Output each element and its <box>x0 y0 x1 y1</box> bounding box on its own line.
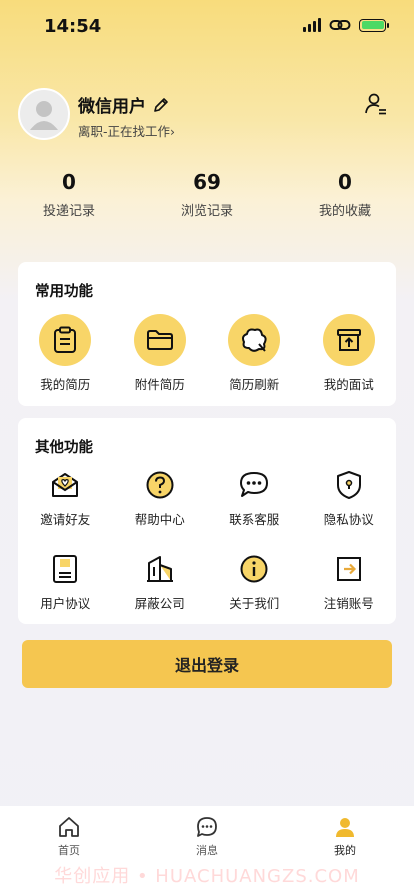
item-label: 关于我们 <box>229 596 280 611</box>
item-label: 我的面试 <box>323 377 374 392</box>
stats-row: 0 投递记录 69 浏览记录 0 我的收藏 <box>0 170 414 219</box>
user-icon <box>336 818 354 837</box>
stat-label: 我的收藏 <box>318 204 371 219</box>
privacy-policy-button[interactable]: 隐私协议 <box>302 468 397 528</box>
status-time: 14:54 <box>44 16 102 37</box>
document-icon <box>48 552 82 586</box>
invite-friends-button[interactable]: 邀请好友 <box>18 468 113 528</box>
tab-label: 我的 <box>334 844 356 857</box>
chevron-right-icon: › <box>170 124 176 139</box>
stat-applications[interactable]: 0 投递记录 <box>0 170 138 219</box>
watermark: 华创应用 • HUACHUANGZS.COM <box>54 866 360 887</box>
folder-icon <box>133 314 186 366</box>
user-agreement-button[interactable]: 用户协议 <box>18 552 113 612</box>
my-interviews-button[interactable]: 我的面试 <box>302 314 397 393</box>
contact-support-button[interactable]: 联系客服 <box>207 468 302 528</box>
job-status[interactable]: 离职-正在找工作› <box>78 121 175 140</box>
stat-value: 69 <box>193 170 221 194</box>
other-functions-row-2: 用户协议 屏蔽公司 关于我们 注销账号 <box>18 552 396 612</box>
status-bar: 14:54 <box>0 0 414 50</box>
inbox-upload-icon <box>322 314 375 366</box>
help-question-icon <box>143 468 177 502</box>
resume-refresh-button[interactable]: 简历刷新 <box>207 314 302 393</box>
tab-messages[interactable]: 消息 <box>167 816 247 858</box>
item-label: 注销账号 <box>323 596 374 611</box>
stat-views[interactable]: 69 浏览记录 <box>138 170 276 219</box>
user-name: 微信用户 <box>78 97 146 117</box>
default-avatar-icon <box>30 101 58 130</box>
deactivate-account-button[interactable]: 注销账号 <box>302 552 397 612</box>
item-label: 帮助中心 <box>134 512 185 527</box>
item-label: 用户协议 <box>40 596 91 611</box>
stat-value: 0 <box>62 170 76 194</box>
refresh-cloud-icon <box>228 314 281 366</box>
clipboard-icon <box>39 314 92 366</box>
name-row: 微信用户 <box>78 92 170 117</box>
logout-button[interactable]: 退出登录 <box>22 640 392 688</box>
about-us-button[interactable]: 关于我们 <box>207 552 302 612</box>
status-icons <box>303 18 389 32</box>
card-title: 常用功能 <box>35 284 93 300</box>
common-functions-card: 常用功能 我的简历 附件简历 简历刷新 我的面试 <box>18 262 396 406</box>
card-title: 其他功能 <box>35 440 93 456</box>
invite-envelope-icon <box>48 468 82 502</box>
stat-label: 浏览记录 <box>180 204 233 219</box>
common-functions-grid: 我的简历 附件简历 简历刷新 我的面试 <box>18 314 396 393</box>
other-functions-row-1: 邀请好友 帮助中心 联系客服 隐私协议 <box>18 468 396 528</box>
tab-label: 首页 <box>58 844 80 857</box>
stat-label: 投递记录 <box>42 204 95 219</box>
logout-box-icon <box>332 552 366 586</box>
switch-identity-icon[interactable] <box>364 92 388 116</box>
attachment-resume-button[interactable]: 附件简历 <box>113 314 208 393</box>
item-label: 附件简历 <box>134 377 185 392</box>
item-label: 联系客服 <box>229 512 280 527</box>
chat-bubble-icon <box>237 468 271 502</box>
item-label: 隐私协议 <box>323 512 374 527</box>
item-label: 简历刷新 <box>229 377 280 392</box>
battery-icon <box>359 18 389 32</box>
info-icon <box>237 552 271 586</box>
my-resume-button[interactable]: 我的简历 <box>18 314 113 393</box>
profile-header: 微信用户 离职-正在找工作› <box>18 88 396 142</box>
item-label: 我的简历 <box>40 377 91 392</box>
tab-me[interactable]: 我的 <box>305 816 385 858</box>
tab-home[interactable]: 首页 <box>29 816 109 858</box>
shield-lock-icon <box>332 468 366 502</box>
signal-icon <box>303 18 321 32</box>
stat-value: 0 <box>338 170 352 194</box>
message-icon <box>197 817 217 837</box>
help-center-button[interactable]: 帮助中心 <box>113 468 208 528</box>
item-label: 屏蔽公司 <box>134 596 185 611</box>
item-label: 邀请好友 <box>40 512 91 527</box>
other-functions-card: 其他功能 邀请好友 帮助中心 联系客服 隐私协议 用户协议 屏蔽公司 关于我们 … <box>18 418 396 624</box>
home-icon <box>59 817 79 837</box>
avatar[interactable] <box>18 88 70 140</box>
edit-pencil-icon[interactable] <box>152 96 170 114</box>
block-company-button[interactable]: 屏蔽公司 <box>113 552 208 612</box>
building-icon <box>143 552 177 586</box>
tab-label: 消息 <box>196 844 218 857</box>
job-status-text: 离职-正在找工作 <box>78 124 171 139</box>
stat-favorites[interactable]: 0 我的收藏 <box>276 170 414 219</box>
link-icon <box>329 20 351 30</box>
